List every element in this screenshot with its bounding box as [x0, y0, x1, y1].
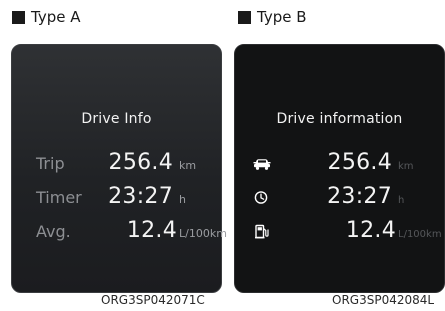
- timer-value: 23:27: [108, 184, 173, 209]
- type-a-heading: Type A: [12, 8, 80, 26]
- type-a-caption: ORG3SP042071C: [101, 293, 205, 307]
- fuel-pump-icon: [255, 224, 269, 239]
- fuel-row: 12.4 L/100km: [235, 215, 444, 245]
- time-unit: h: [398, 195, 405, 206]
- trip-value: 256.4: [108, 150, 173, 175]
- avg-row: Avg. 12.4 L/100km: [12, 215, 227, 245]
- timer-unit: h: [179, 193, 186, 206]
- type-b-heading-text: Type B: [257, 8, 307, 26]
- time-row: 23:27 h: [235, 181, 444, 211]
- avg-value: 12.4: [126, 218, 177, 243]
- timer-row: Timer 23:27 h: [12, 181, 221, 211]
- type-b-caption: ORG3SP042084L: [332, 293, 435, 307]
- distance-row: 256.4 km: [235, 147, 444, 177]
- avg-unit: L/100km: [179, 227, 227, 240]
- fuel-value: 12.4: [345, 218, 396, 243]
- type-a-display: Drive Info Trip 256.4 km Timer 23:27 h A…: [11, 44, 227, 293]
- trip-label: Trip: [36, 154, 65, 173]
- timer-label: Timer: [36, 188, 82, 207]
- fuel-unit: L/100km: [398, 229, 442, 240]
- time-value: 23:27: [327, 184, 392, 209]
- distance-unit: km: [398, 161, 414, 172]
- distance-value: 256.4: [327, 150, 392, 175]
- square-bullet-icon: [12, 10, 25, 24]
- trip-unit: km: [179, 159, 197, 172]
- drive-information-title: Drive information: [276, 111, 403, 127]
- avg-label: Avg.: [36, 222, 71, 241]
- trip-row: Trip 256.4 km: [12, 147, 221, 177]
- car-icon: [253, 159, 271, 170]
- type-b-heading: Type B: [238, 8, 307, 26]
- clock-icon: [254, 191, 268, 204]
- square-bullet-icon: [238, 10, 251, 24]
- type-a-heading-text: Type A: [31, 8, 81, 26]
- drive-info-title: Drive Info: [81, 111, 152, 127]
- type-b-display: Drive information 256.4 km 23:27 h 12.4 …: [234, 44, 445, 293]
